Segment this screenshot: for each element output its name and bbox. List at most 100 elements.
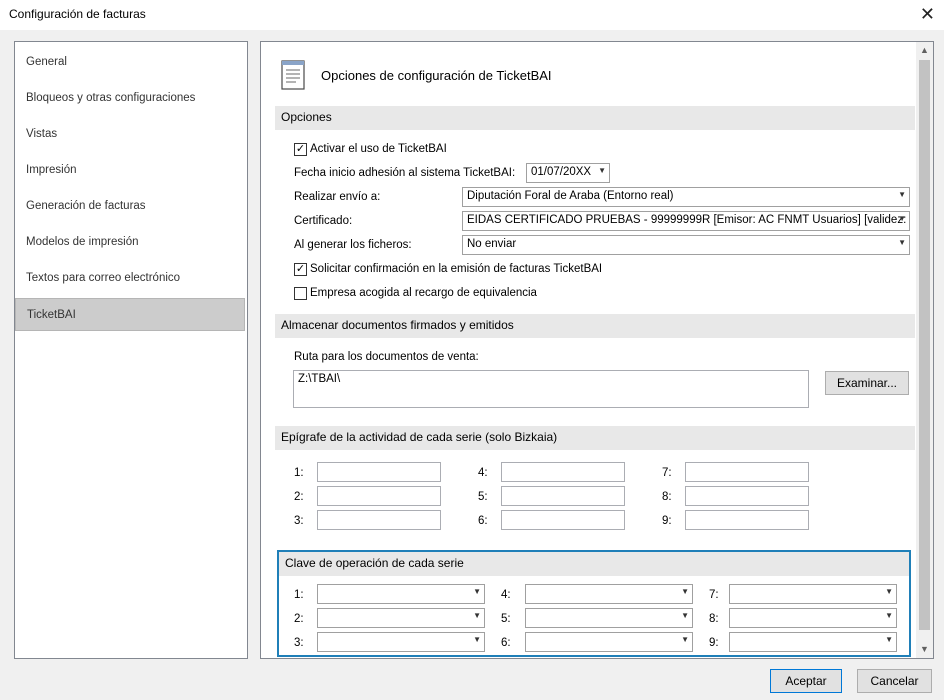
op-key-label-1: 1: xyxy=(294,589,304,601)
section-epigraph: Epígrafe de la actividad de cada serie (… xyxy=(275,426,915,450)
path-label: Ruta para los documentos de venta: xyxy=(294,351,479,363)
op-key-label-7: 7: xyxy=(709,589,719,601)
op-key-select-1[interactable]: ▼ xyxy=(317,584,485,604)
op-key-select-3[interactable]: ▼ xyxy=(317,632,485,652)
vertical-scrollbar[interactable]: ▲ ▼ xyxy=(916,42,933,658)
op-key-select-5[interactable]: ▼ xyxy=(525,608,693,628)
start-date-picker[interactable]: 01/07/20XX ▼ xyxy=(526,163,610,183)
dropdown-arrow-icon[interactable]: ▼ xyxy=(681,635,689,644)
epigraph-input-4[interactable] xyxy=(501,462,625,482)
confirm-label: Solicitar confirmación en la emisión de … xyxy=(310,263,603,275)
nav-item-generacion[interactable]: Generación de facturas xyxy=(16,191,244,223)
window-title: Configuración de facturas xyxy=(9,7,146,21)
epigraph-input-8[interactable] xyxy=(685,486,809,506)
epigraph-label-8: 8: xyxy=(662,491,672,503)
scroll-down-icon[interactable]: ▼ xyxy=(916,641,933,658)
dropdown-arrow-icon[interactable]: ▼ xyxy=(885,587,893,596)
dropdown-arrow-icon[interactable]: ▼ xyxy=(898,238,906,247)
epigraph-label-9: 9: xyxy=(662,515,672,527)
send-to-label: Realizar envío a: xyxy=(294,191,381,203)
certificate-select[interactable]: EIDAS CERTIFICADO PRUEBAS - 99999999R [E… xyxy=(462,211,910,231)
dropdown-arrow-icon[interactable]: ▼ xyxy=(681,587,689,596)
start-date-label: Fecha inicio adhesión al sistema TicketB… xyxy=(294,167,516,179)
nav-item-label: Modelos de impresión xyxy=(26,236,139,248)
epigraph-input-7[interactable] xyxy=(685,462,809,482)
surcharge-label: Empresa acogida al recargo de equivalenc… xyxy=(310,287,537,299)
nav-item-modelos[interactable]: Modelos de impresión xyxy=(16,227,244,259)
op-key-label-6: 6: xyxy=(501,637,511,649)
nav-item-label: Textos para correo electrónico xyxy=(26,272,181,284)
epigraph-input-9[interactable] xyxy=(685,510,809,530)
scroll-up-icon[interactable]: ▲ xyxy=(916,42,933,59)
op-key-label-3: 3: xyxy=(294,637,304,649)
op-key-label-4: 4: xyxy=(501,589,511,601)
send-to-select[interactable]: Diputación Foral de Araba (Entorno real)… xyxy=(462,187,910,207)
epigraph-label-7: 7: xyxy=(662,467,672,479)
dropdown-arrow-icon[interactable]: ▼ xyxy=(473,611,481,620)
title-bar: Configuración de facturas ✕ xyxy=(0,0,944,30)
nav-item-textos[interactable]: Textos para correo electrónico xyxy=(16,263,244,295)
settings-nav: General Bloqueos y otras configuraciones… xyxy=(14,41,248,659)
nav-item-label: TicketBAI xyxy=(27,309,76,321)
nav-item-impresion[interactable]: Impresión xyxy=(16,155,244,187)
activate-label: Activar el uso de TicketBAI xyxy=(310,143,447,155)
epigraph-input-2[interactable] xyxy=(317,486,441,506)
epigraph-label-1: 1: xyxy=(294,467,304,479)
epigraph-label-4: 4: xyxy=(478,467,488,479)
dropdown-arrow-icon[interactable]: ▼ xyxy=(598,166,606,175)
accept-button[interactable]: Aceptar xyxy=(770,669,842,693)
nav-item-label: Vistas xyxy=(26,128,58,140)
files-label: Al generar los ficheros: xyxy=(294,239,412,251)
op-key-select-9[interactable]: ▼ xyxy=(729,632,897,652)
op-key-select-6[interactable]: ▼ xyxy=(525,632,693,652)
op-key-label-8: 8: xyxy=(709,613,719,625)
dropdown-arrow-icon[interactable]: ▼ xyxy=(885,635,893,644)
dropdown-arrow-icon[interactable]: ▼ xyxy=(473,635,481,644)
nav-item-label: Bloqueos y otras configuraciones xyxy=(26,92,196,104)
certificate-value: EIDAS CERTIFICADO PRUEBAS - 99999999R [E… xyxy=(467,214,910,226)
certificate-label: Certificado: xyxy=(294,215,353,227)
nav-item-label: Impresión xyxy=(26,164,77,176)
nav-item-vistas[interactable]: Vistas xyxy=(16,119,244,151)
cancel-button[interactable]: Cancelar xyxy=(857,669,932,693)
op-key-select-7[interactable]: ▼ xyxy=(729,584,897,604)
epigraph-label-5: 5: xyxy=(478,491,488,503)
epigraph-label-6: 6: xyxy=(478,515,488,527)
op-key-select-2[interactable]: ▼ xyxy=(317,608,485,628)
files-select[interactable]: No enviar ▼ xyxy=(462,235,910,255)
op-key-label-2: 2: xyxy=(294,613,304,625)
nav-item-label: General xyxy=(26,56,67,68)
section-storage: Almacenar documentos firmados y emitidos xyxy=(275,314,915,338)
start-date-value: 01/07/20XX xyxy=(531,166,592,178)
dropdown-arrow-icon[interactable]: ▼ xyxy=(681,611,689,620)
dropdown-arrow-icon[interactable]: ▼ xyxy=(473,587,481,596)
scroll-thumb[interactable] xyxy=(919,60,930,630)
op-key-label-9: 9: xyxy=(709,637,719,649)
send-to-value: Diputación Foral de Araba (Entorno real) xyxy=(467,190,674,202)
section-options: Opciones xyxy=(275,106,915,130)
section-op-key: Clave de operación de cada serie xyxy=(279,552,909,576)
op-key-select-8[interactable]: ▼ xyxy=(729,608,897,628)
epigraph-input-5[interactable] xyxy=(501,486,625,506)
activate-checkbox[interactable]: ✓ xyxy=(294,143,307,156)
epigraph-input-3[interactable] xyxy=(317,510,441,530)
dropdown-arrow-icon[interactable]: ▼ xyxy=(885,611,893,620)
epigraph-label-3: 3: xyxy=(294,515,304,527)
op-key-select-4[interactable]: ▼ xyxy=(525,584,693,604)
page-title: Opciones de configuración de TicketBAI xyxy=(321,68,552,83)
content-panel: Opciones de configuración de TicketBAI O… xyxy=(260,41,934,659)
surcharge-checkbox[interactable] xyxy=(294,287,307,300)
op-key-label-5: 5: xyxy=(501,613,511,625)
nav-item-ticketbai[interactable]: TicketBAI xyxy=(15,298,245,331)
epigraph-input-1[interactable] xyxy=(317,462,441,482)
nav-item-general[interactable]: General xyxy=(16,47,244,79)
dropdown-arrow-icon[interactable]: ▼ xyxy=(898,214,906,223)
path-input[interactable]: Z:\TBAI\ xyxy=(293,370,809,408)
dropdown-arrow-icon[interactable]: ▼ xyxy=(898,190,906,199)
browse-button[interactable]: Examinar... xyxy=(825,371,909,395)
document-icon xyxy=(281,60,305,90)
nav-item-bloqueos[interactable]: Bloqueos y otras configuraciones xyxy=(16,83,244,115)
epigraph-input-6[interactable] xyxy=(501,510,625,530)
confirm-checkbox[interactable]: ✓ xyxy=(294,263,307,276)
close-icon[interactable]: ✕ xyxy=(920,4,935,25)
